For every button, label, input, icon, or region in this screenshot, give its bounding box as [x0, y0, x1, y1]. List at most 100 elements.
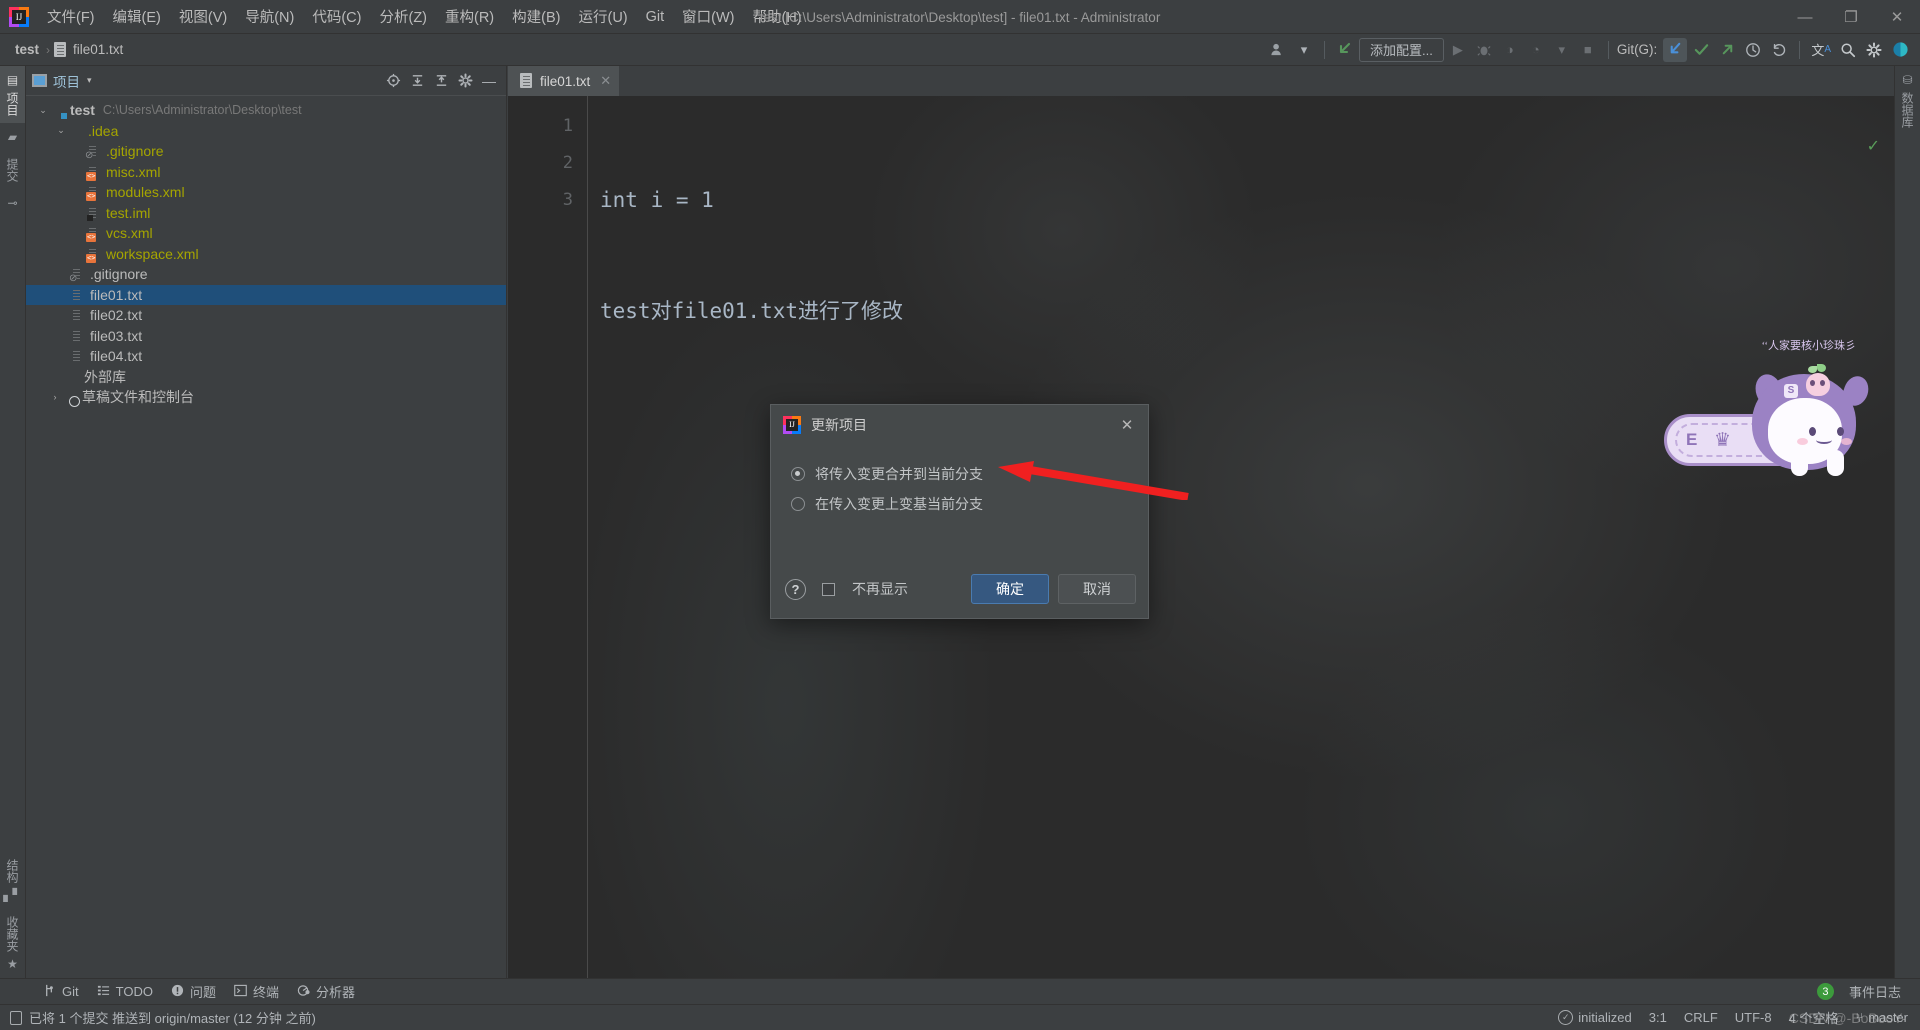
menu-file[interactable]: 文件(F) [38, 2, 104, 31]
tool-window-todo[interactable]: TODO [88, 981, 162, 1003]
tree-node-idea-gitignore[interactable]: .gitignore [26, 141, 506, 162]
ai-assistant-icon[interactable] [1888, 38, 1912, 62]
status-indent[interactable]: 4 个空格 [1789, 1008, 1839, 1027]
status-git-branch[interactable]: ⑂ master [1855, 1010, 1908, 1025]
git-history-icon[interactable] [1741, 38, 1765, 62]
menu-navigate[interactable]: 导航(N) [236, 2, 303, 31]
hide-panel-icon[interactable]: — [478, 70, 500, 92]
settings-gear-icon[interactable] [1862, 38, 1886, 62]
chevron-down-icon[interactable]: ⌄ [36, 105, 50, 116]
git-commit-icon[interactable] [1689, 38, 1713, 62]
cancel-button[interactable]: 取消 [1058, 574, 1136, 604]
expand-all-icon[interactable] [406, 70, 428, 92]
menu-code[interactable]: 代码(C) [303, 2, 370, 31]
translate-icon[interactable]: 文A [1808, 38, 1834, 62]
menu-analyze[interactable]: 分析(Z) [370, 2, 436, 31]
menu-refactor[interactable]: 重构(R) [436, 2, 503, 31]
run-with-coverage-icon[interactable]: ◑ [1498, 38, 1522, 62]
tool-window-profiler[interactable]: 分析器 [288, 979, 364, 1004]
sidebar-item-folder[interactable]: ▰ [4, 123, 21, 151]
profile-icon[interactable]: ◔ [1524, 38, 1548, 62]
search-icon[interactable] [1836, 38, 1860, 62]
tree-node-modules-xml[interactable]: modules.xml [26, 182, 506, 203]
chevron-right-icon[interactable]: › [48, 392, 62, 402]
tool-window-problems[interactable]: 问题 [162, 979, 225, 1004]
run-configuration-selector[interactable]: 添加配置... [1358, 37, 1444, 62]
locate-icon[interactable] [382, 70, 404, 92]
profiler-icon [297, 984, 310, 1000]
tree-node-file04[interactable]: file04.txt [26, 346, 506, 367]
file-icon [70, 348, 86, 364]
collapse-all-icon[interactable] [430, 70, 452, 92]
menu-run[interactable]: 运行(U) [569, 2, 636, 31]
radio-button[interactable] [791, 497, 805, 511]
menu-view[interactable]: 视图(V) [170, 2, 236, 31]
radio-button[interactable] [791, 467, 805, 481]
breadcrumb-file[interactable]: file01.txt [68, 40, 128, 59]
inspection-status-icon[interactable]: ✓ [1867, 136, 1880, 156]
sidebar-item-database[interactable]: ⛁ 数据库 [1895, 66, 1920, 135]
sidebar-item-favorites[interactable]: 收藏夹 ★ [0, 909, 25, 978]
radio-option-merge[interactable]: 将传入变更合并到当前分支 [791, 459, 1148, 489]
tree-node-test[interactable]: ⌄ test C:\Users\Administrator\Desktop\te… [26, 100, 506, 121]
menu-edit[interactable]: 编辑(E) [104, 2, 170, 31]
tree-node-external-libraries[interactable]: 外部库 [26, 367, 506, 388]
scratches-icon [62, 389, 78, 405]
tree-node-vcs-xml[interactable]: vcs.xml [26, 223, 506, 244]
editor-tab-file01[interactable]: file01.txt ✕ [508, 66, 620, 96]
tool-window-terminal[interactable]: 终端 [225, 979, 288, 1004]
tree-node-file02[interactable]: file02.txt [26, 305, 506, 326]
tree-node-workspace-xml[interactable]: workspace.xml [26, 244, 506, 265]
tool-window-git[interactable]: Git [34, 981, 88, 1003]
sidebar-item-structure[interactable]: 结构 ▖▘ [0, 852, 26, 909]
maximize-button[interactable]: ❐ [1828, 0, 1874, 34]
run-icon[interactable]: ▶ [1446, 38, 1470, 62]
status-initialized[interactable]: ✓ initialized [1558, 1010, 1632, 1025]
close-icon[interactable]: ✕ [1116, 414, 1138, 436]
dont-show-again-checkbox[interactable] [822, 582, 835, 596]
menu-window[interactable]: 窗口(W) [673, 2, 743, 31]
update-project-icon[interactable] [1333, 38, 1357, 62]
bottom-stripe-right: 3 事件日志 [1816, 979, 1920, 1004]
intellij-logo-icon: IJ [783, 416, 801, 434]
sidebar-item-commit-icon[interactable]: ⊸ [3, 189, 21, 217]
ok-button[interactable]: 确定 [971, 574, 1049, 604]
menu-help[interactable]: 帮助(H) [744, 2, 811, 31]
sidebar-item-project[interactable]: ▤ 项目 [0, 66, 25, 123]
minimize-button[interactable]: — [1782, 0, 1828, 34]
notification-icon[interactable] [10, 1010, 22, 1025]
user-avatar-icon[interactable] [1266, 38, 1290, 62]
tree-node-file03[interactable]: file03.txt [26, 326, 506, 347]
close-icon[interactable]: ✕ [600, 73, 611, 89]
git-update-icon[interactable] [1663, 37, 1688, 62]
project-icon: ▤ [6, 73, 19, 87]
git-rollback-icon[interactable] [1767, 38, 1791, 62]
chevron-down-icon[interactable]: ▾ [1292, 38, 1316, 62]
menu-git[interactable]: Git [637, 5, 674, 29]
status-caret-position[interactable]: 3:1 [1649, 1010, 1667, 1025]
tree-node-file01[interactable]: file01.txt [26, 284, 506, 305]
chevron-down-icon[interactable]: ⌄ [54, 125, 68, 136]
debug-icon[interactable] [1472, 38, 1496, 62]
sidebar-item-commit[interactable]: 提交 [0, 151, 25, 189]
close-button[interactable]: ✕ [1874, 0, 1920, 34]
tree-node-test-iml[interactable]: test.iml [26, 203, 506, 224]
menu-bar: 文件(F) 编辑(E) 视图(V) 导航(N) 代码(C) 分析(Z) 重构(R… [38, 0, 811, 34]
radio-option-rebase[interactable]: 在传入变更上变基当前分支 [791, 489, 1148, 519]
breadcrumb-project[interactable]: test [10, 40, 44, 59]
tree-node-idea[interactable]: ⌄ .idea [26, 121, 506, 142]
help-icon[interactable]: ? [785, 578, 806, 600]
status-line-separator[interactable]: CRLF [1684, 1010, 1718, 1025]
stop-icon[interactable]: ■ [1576, 38, 1600, 62]
chevron-down-icon[interactable]: ▾ [87, 75, 92, 86]
tool-window-event-log[interactable]: 事件日志 [1840, 979, 1910, 1004]
git-push-icon[interactable] [1715, 38, 1739, 62]
tree-node-scratches[interactable]: › 草稿文件和控制台 [26, 387, 506, 408]
settings-gear-icon[interactable] [454, 70, 476, 92]
chevron-down-icon[interactable]: ▾ [1550, 38, 1574, 62]
file-xml-icon [86, 184, 102, 200]
status-encoding[interactable]: UTF-8 [1735, 1010, 1772, 1025]
menu-build[interactable]: 构建(B) [503, 2, 569, 31]
tree-node-gitignore[interactable]: .gitignore [26, 264, 506, 285]
tree-node-misc-xml[interactable]: misc.xml [26, 162, 506, 183]
